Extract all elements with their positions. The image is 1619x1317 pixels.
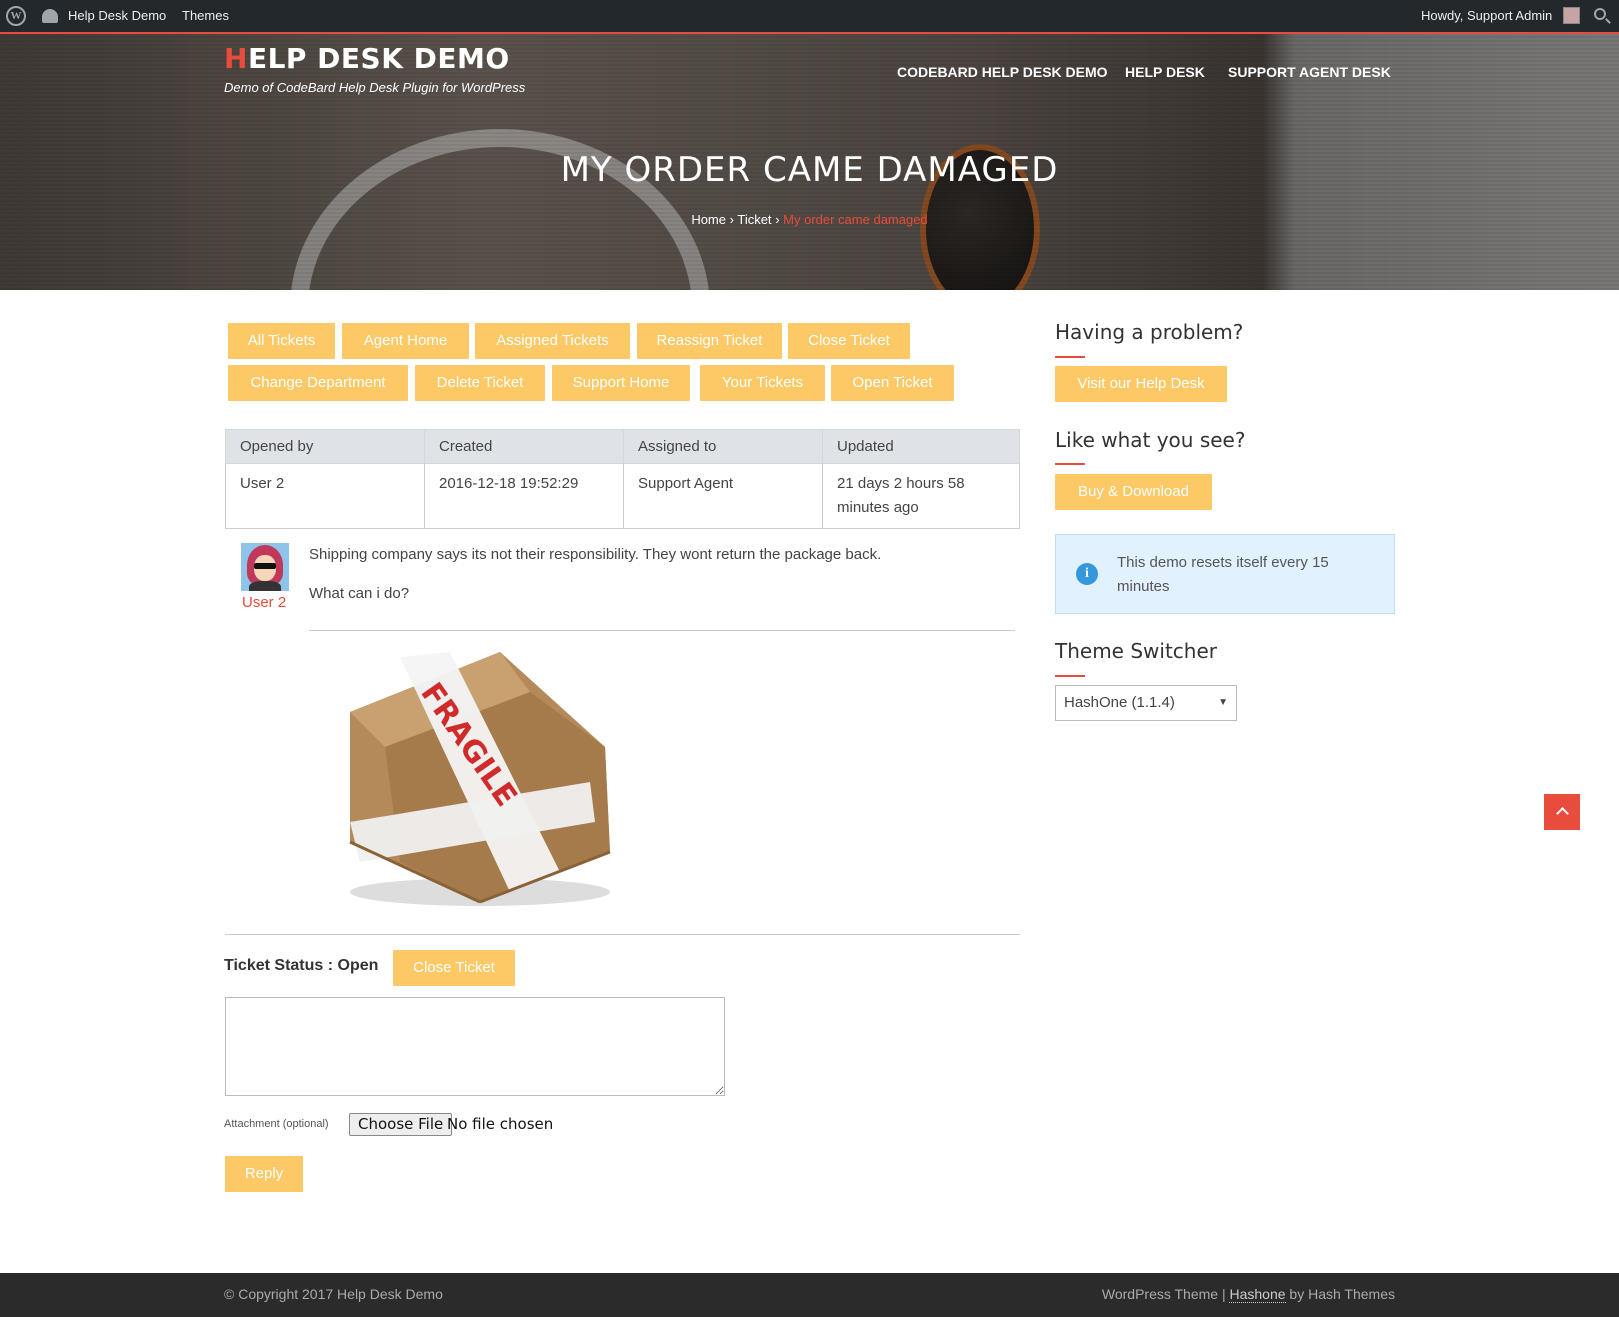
search-icon[interactable]: [1594, 8, 1606, 20]
change-department-button[interactable]: Change Department: [228, 365, 408, 401]
open-ticket-button[interactable]: Open Ticket: [831, 365, 954, 401]
site-title[interactable]: HELP DESK DEMO: [224, 42, 510, 75]
message-author[interactable]: User 2: [242, 594, 286, 611]
demo-reset-notice: i This demo resets itself every 15 minut…: [1055, 534, 1395, 614]
all-tickets-button[interactable]: All Tickets: [228, 323, 335, 359]
admin-bar-themes-link[interactable]: Themes: [182, 0, 229, 32]
wordpress-logo-icon[interactable]: W: [6, 6, 26, 26]
choose-file-button[interactable]: Choose File: [349, 1113, 453, 1136]
ticket-status-label: Ticket Status : Open: [224, 957, 379, 974]
chevron-down-icon: ▼: [1218, 697, 1228, 708]
message-line-1: Shipping company says its not their resp…: [309, 546, 882, 563]
dashboard-icon[interactable]: [42, 9, 58, 23]
avatar: [241, 543, 289, 591]
delete-ticket-button[interactable]: Delete Ticket: [415, 365, 545, 401]
created-cell: 2016-12-18 19:52:29: [424, 463, 624, 529]
visit-help-desk-button[interactable]: Visit our Help Desk: [1055, 366, 1227, 402]
breadcrumb-home[interactable]: Home: [691, 212, 726, 227]
like-what-you-see-heading: Like what you see?: [1055, 428, 1246, 452]
admin-bar: W Help Desk Demo Themes Howdy, Support A…: [0, 0, 1619, 32]
message-line-2: What can i do?: [309, 585, 410, 602]
reply-button[interactable]: Reply: [225, 1156, 303, 1192]
copyright: © Copyright 2017 Help Desk Demo: [224, 1286, 443, 1302]
table-header-row: Opened by Created Assigned to Updated: [225, 429, 1020, 464]
reply-textarea[interactable]: [225, 997, 725, 1096]
file-status: No file chosen: [447, 1115, 554, 1133]
updated-cell: 21 days 2 hours 58 minutes ago: [822, 463, 1020, 529]
opened-by-cell: User 2: [225, 463, 425, 529]
info-icon: i: [1076, 563, 1098, 585]
nav-support-agent-desk[interactable]: SUPPORT AGENT DESK: [1228, 64, 1391, 80]
column-header: Created: [424, 429, 624, 464]
column-header: Opened by: [225, 429, 425, 464]
divider: [225, 934, 1020, 935]
admin-bar-account-link[interactable]: Howdy, Support Admin: [1421, 0, 1552, 32]
breadcrumb-ticket[interactable]: Ticket: [737, 212, 771, 227]
admin-avatar[interactable]: [1563, 7, 1580, 24]
buy-download-button[interactable]: Buy & Download: [1055, 474, 1212, 510]
column-header: Assigned to: [623, 429, 823, 464]
nav-help-desk[interactable]: HELP DESK: [1125, 64, 1205, 80]
assigned-to-cell: Support Agent: [623, 463, 823, 529]
attachment-label: Attachment (optional): [224, 1118, 329, 1130]
support-home-button[interactable]: Support Home: [552, 365, 690, 401]
reassign-ticket-button[interactable]: Reassign Ticket: [637, 323, 782, 359]
admin-bar-site-link[interactable]: Help Desk Demo: [68, 0, 166, 32]
your-tickets-button[interactable]: Your Tickets: [700, 365, 825, 401]
ticket-info-table: Opened by Created Assigned to Updated Us…: [225, 429, 1020, 529]
nav-codebard-help-desk-demo[interactable]: CODEBARD HELP DESK DEMO: [897, 64, 1108, 80]
theme-credit: WordPress Theme | Hashone by Hash Themes: [1101, 1286, 1395, 1303]
column-header: Updated: [822, 429, 1020, 464]
divider: [309, 630, 1015, 631]
having-problem-heading: Having a problem?: [1055, 320, 1244, 344]
theme-select[interactable]: HashOne (1.1.4) ▼: [1055, 685, 1237, 721]
close-ticket-button[interactable]: Close Ticket: [393, 950, 515, 986]
hashone-link[interactable]: Hashone: [1229, 1286, 1286, 1303]
theme-switcher-heading: Theme Switcher: [1055, 639, 1217, 663]
table-row: User 2 2016-12-18 19:52:29 Support Agent…: [225, 463, 1020, 529]
site-tagline: Demo of CodeBard Help Desk Plugin for Wo…: [224, 80, 526, 95]
page-title: MY ORDER CAME DAMAGED: [560, 150, 1059, 190]
footer: © Copyright 2017 Help Desk Demo WordPres…: [0, 1273, 1619, 1317]
breadcrumb: Home › Ticket › My order came damaged: [691, 212, 928, 227]
scroll-to-top-button[interactable]: [1544, 794, 1580, 830]
assigned-tickets-button[interactable]: Assigned Tickets: [475, 323, 630, 359]
close-ticket-nav-button[interactable]: Close Ticket: [788, 323, 910, 359]
damaged-package-image[interactable]: FRAGILE: [330, 652, 620, 912]
agent-home-button[interactable]: Agent Home: [342, 323, 469, 359]
breadcrumb-current: My order came damaged: [783, 212, 928, 227]
